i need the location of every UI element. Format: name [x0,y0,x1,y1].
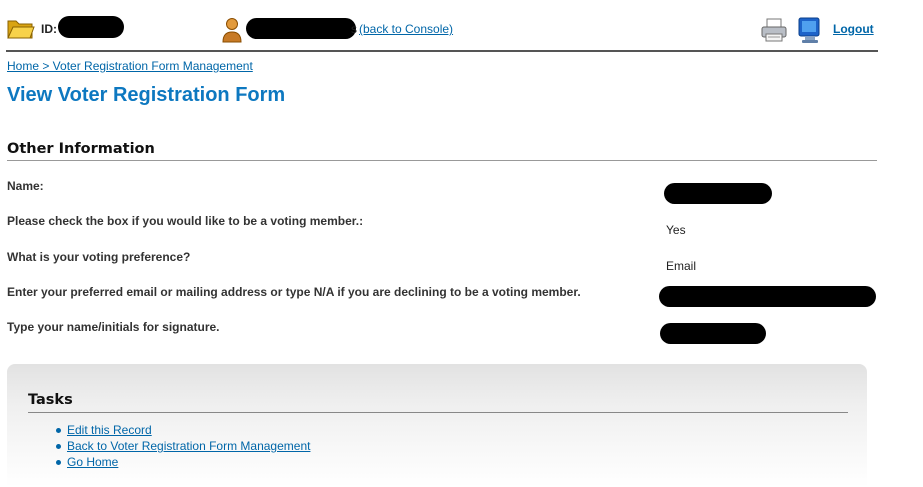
field-label-address: Enter your preferred email or mailing ad… [7,285,581,299]
tasks-divider [28,412,848,413]
id-label: ID: [41,22,57,36]
tasks-panel: Tasks Edit this Record Back to Voter Reg… [7,364,867,487]
list-item: Edit this Record [56,422,310,438]
tasks-list: Edit this Record Back to Voter Registrat… [56,422,310,470]
back-to-management-link[interactable]: Back to Voter Registration Form Manageme… [67,439,310,453]
redacted-name-value [664,183,772,204]
top-bar: ID: s (back to Console) Logout [0,0,923,52]
section-header: Other Information [7,141,877,161]
back-to-console-link[interactable]: (back to Console) [359,22,453,36]
field-label-voting-member: Please check the box if you would like t… [7,214,364,228]
field-label-name: Name: [7,179,44,193]
field-label-signature: Type your name/initials for signature. [7,320,220,334]
edit-record-link[interactable]: Edit this Record [67,423,152,437]
user-icon [222,18,242,43]
redacted-signature-value [660,323,766,344]
field-value-voting-member: Yes [666,223,686,237]
folder-icon [7,20,35,39]
redacted-username [246,18,356,39]
go-home-link[interactable]: Go Home [67,455,118,469]
section-title: Other Information [7,141,155,157]
header-divider [6,50,878,52]
list-item: Back to Voter Registration Form Manageme… [56,438,310,454]
monitor-icon[interactable] [796,16,824,44]
tasks-title: Tasks [28,392,73,408]
redacted-address-value [659,286,876,307]
page-title: View Voter Registration Form [7,84,286,106]
field-label-voting-preference: What is your voting preference? [7,250,191,264]
field-value-voting-preference: Email [666,259,697,273]
list-item: Go Home [56,454,310,470]
logout-link[interactable]: Logout [833,22,874,36]
redacted-id [58,16,124,38]
breadcrumb[interactable]: Home > Voter Registration Form Managemen… [7,59,253,73]
printer-icon[interactable] [760,17,788,43]
username-suffix: s [351,22,357,36]
